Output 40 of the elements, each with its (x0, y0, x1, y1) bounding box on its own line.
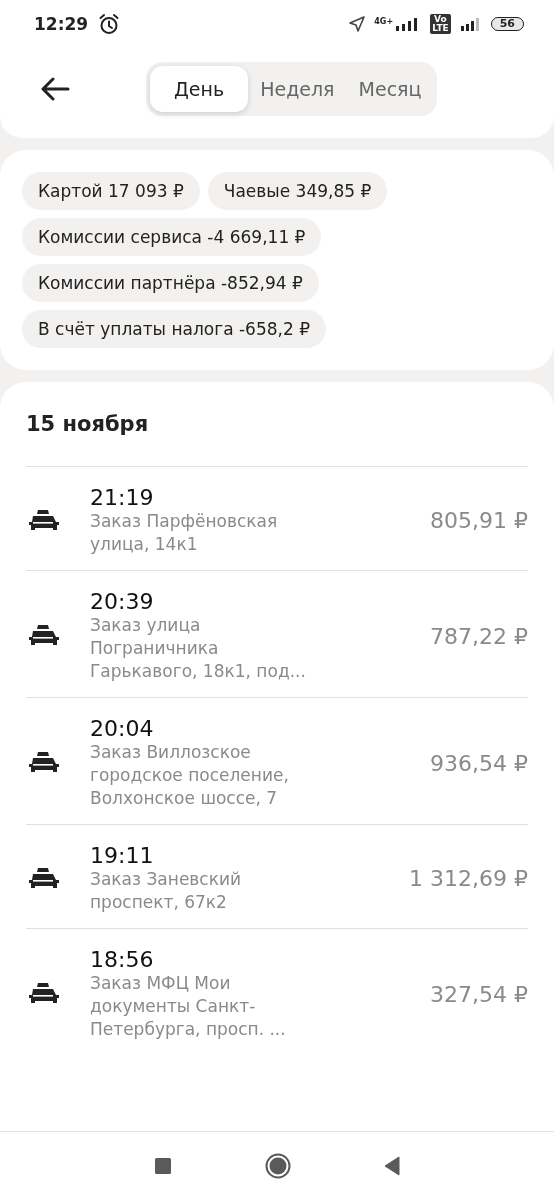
order-address: Заказ Парфёновская улица, 14к1 (90, 510, 279, 556)
alarm-icon (98, 13, 121, 35)
home-icon[interactable] (265, 1153, 291, 1179)
order-amount: 805,91 ₽ (430, 508, 528, 533)
location-icon (348, 15, 367, 33)
date-heading: 15 ноября (26, 411, 150, 438)
lte-label: LTE (432, 24, 449, 33)
order-amount: 327,54 ₽ (430, 981, 528, 1007)
order-amount: 1 312,69 ₽ (409, 866, 528, 891)
volte-label: Vo (434, 15, 447, 24)
back-icon[interactable] (383, 1156, 401, 1176)
order-row[interactable]: 20:39 Заказ улица Пограничника Гарькавого, 18к1, под... 787,22 ₽ (26, 570, 528, 697)
order-time: 19:11 (90, 843, 155, 868)
period-tab[interactable]: Неделя (248, 66, 347, 112)
order-address: Заказ улица Пограничника Гарькавого, 18к1, под... (90, 614, 307, 683)
summary-chip: Чаевые 349,85 ₽ (207, 172, 388, 210)
order-time: 18:56 (90, 947, 155, 972)
recents-icon[interactable] (153, 1156, 173, 1176)
order-address: Заказ Заневский проспект, 67к2 (90, 868, 243, 914)
summary-chip: Картой 17 093 ₽ (22, 172, 200, 210)
summary-chip: В счёт уплаты налога -658,2 ₽ (22, 310, 326, 348)
back-arrow-icon (40, 77, 70, 101)
order-row[interactable]: 21:19 Заказ Парфёновская улица, 14к1 805,91 ₽ (26, 466, 528, 570)
battery-indicator: 56 (490, 17, 524, 31)
clock-time: 12:29 (34, 14, 89, 34)
order-address: Заказ Виллозское городское поселение, Волхонское шоссе, 7 (90, 741, 290, 810)
order-address: Заказ МФЦ Мои документы Санкт-Петербурга, просп. ... (90, 972, 287, 1041)
order-time: 20:04 (90, 716, 155, 741)
order-row[interactable]: 20:04 Заказ Виллозское городское поселение, Волхонское шоссе, 7 936,54 ₽ (26, 697, 528, 824)
order-time: 21:19 (90, 485, 155, 510)
period-tab[interactable]: День (150, 66, 249, 112)
period-tab[interactable]: Месяц (346, 66, 434, 112)
order-amount: 787,22 ₽ (430, 623, 528, 649)
summary-chip: Комиссии партнёра -852,94 ₽ (22, 264, 319, 302)
order-row[interactable]: 19:11 Заказ Заневский проспект, 67к2 1 312,69 ₽ (26, 824, 528, 928)
order-time: 20:39 (90, 589, 155, 614)
order-row[interactable]: 18:56 Заказ МФЦ Мои документы Санкт-Петербурга, просп. ... 327,54 ₽ (26, 928, 528, 1055)
order-amount: 936,54 ₽ (430, 750, 528, 776)
summary-chip: Комиссии сервиса -4 669,11 ₽ (22, 218, 322, 256)
network-type: 4G+ (374, 17, 394, 26)
